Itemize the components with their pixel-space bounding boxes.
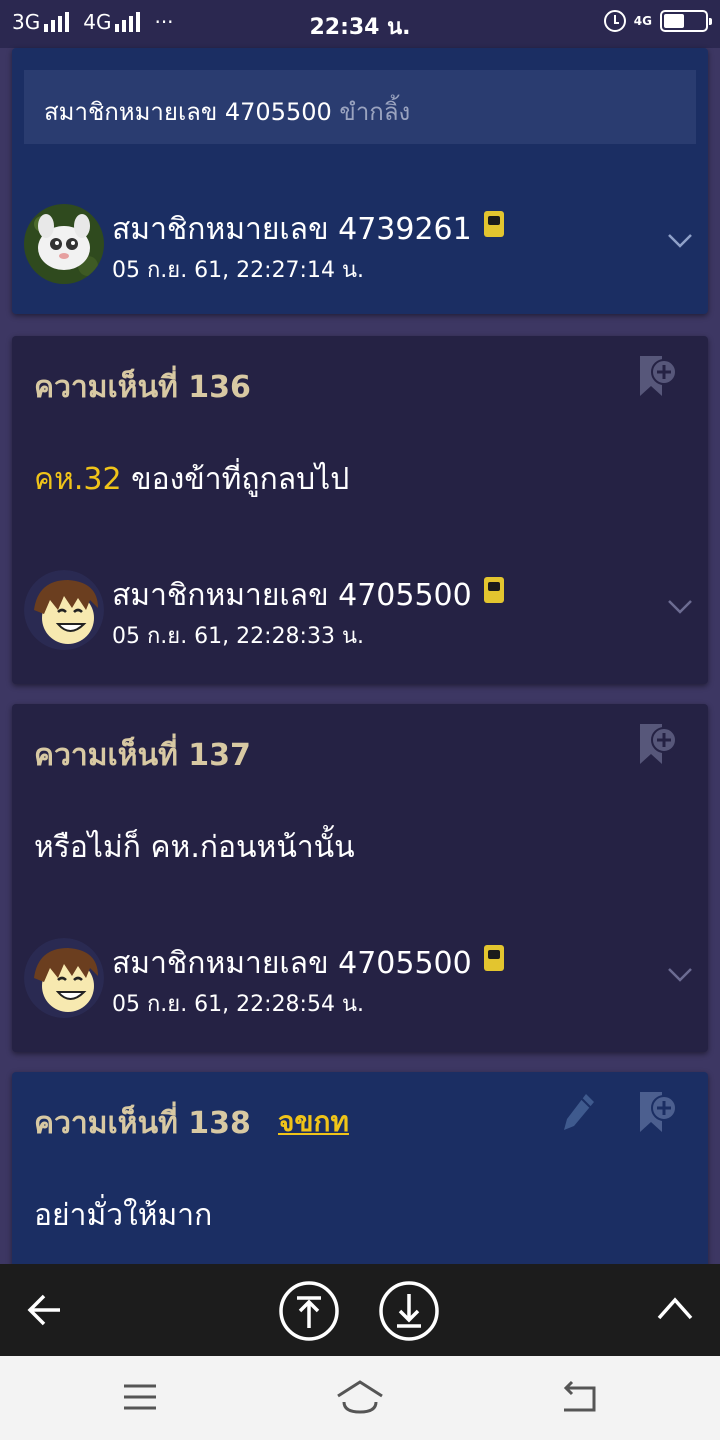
chevron-down-icon[interactable]	[666, 960, 694, 988]
comment-author: สมาชิกหมายเลข 4705500 05 ก.ย. 61, 22:28:…	[24, 938, 696, 1020]
comment-body: คห.32 ของข้าที่ถูกลบไป	[34, 456, 349, 503]
comment-body: หรือไม่ก็ คห.ก่อนหน้านั้น	[34, 824, 355, 871]
quoted-user-name: สมาชิกหมายเลข 4705500	[44, 98, 332, 126]
author-name: สมาชิกหมายเลข 4739261	[112, 212, 472, 247]
comment-text: หรือไม่ก็ คห.ก่อนหน้านั้น	[34, 830, 355, 865]
comment-text: ของข้าที่ถูกลบไป	[121, 462, 350, 497]
author-name-row[interactable]: สมาชิกหมายเลข 4705500	[112, 572, 504, 619]
bookmark-add-icon[interactable]	[638, 722, 678, 766]
mobile-badge-icon	[483, 576, 504, 603]
system-navigation-bar	[0, 1356, 720, 1440]
comment-body: อย่ามั่วให้มาก	[34, 1192, 212, 1239]
home-icon[interactable]	[336, 1378, 384, 1416]
post-date: 05 ก.ย. 61, 22:28:54 น.	[112, 992, 364, 1017]
bookmark-add-icon[interactable]	[638, 1090, 678, 1134]
chevron-down-icon[interactable]	[666, 592, 694, 620]
back-icon[interactable]	[558, 1380, 598, 1414]
data-network-label: 4G	[633, 14, 652, 28]
mobile-badge-icon	[483, 944, 504, 971]
status-right: 4G	[603, 10, 712, 32]
avatar[interactable]	[24, 204, 104, 284]
avatar[interactable]	[24, 570, 104, 650]
post-date: 05 ก.ย. 61, 22:28:33 น.	[112, 624, 364, 649]
post-date: 05 ก.ย. 61, 22:27:14 น.	[112, 258, 364, 283]
comment-author: สมาชิกหมายเลข 4705500 05 ก.ย. 61, 22:28:…	[24, 570, 696, 652]
mobile-badge-icon	[483, 210, 504, 237]
menu-icon[interactable]	[122, 1382, 158, 1412]
battery-icon	[660, 10, 712, 32]
status-bar: 3G 4G ··· 22:34 น. 4G	[0, 0, 720, 48]
author-name-row[interactable]: สมาชิกหมายเลข 4739261	[112, 206, 504, 253]
author-name-row[interactable]: สมาชิกหมายเลข 4705500	[112, 940, 504, 987]
quoted-reply[interactable]: สมาชิกหมายเลข 4705500 ขำกลิ้ง	[24, 70, 696, 144]
scroll-to-bottom-icon[interactable]	[378, 1280, 440, 1342]
alarm-icon	[603, 10, 626, 32]
comment-card-owner: ความเห็นที่ 138 จขกท อย่ามั่วให้มาก	[12, 1072, 708, 1272]
scroll-to-top-icon[interactable]	[278, 1280, 340, 1342]
chevron-up-icon[interactable]	[656, 1294, 694, 1322]
comment-number: ความเห็นที่ 138	[34, 1106, 251, 1141]
comment-author: สมาชิกหมายเลข 4739261 05 ก.ย. 61, 22:27:…	[24, 204, 696, 286]
arrow-left-icon[interactable]	[26, 1292, 64, 1328]
comment-reference-link[interactable]: คห.32	[34, 462, 122, 497]
quoted-text: ขำกลิ้ง	[339, 98, 411, 126]
bookmark-add-icon[interactable]	[638, 354, 678, 398]
comment-card: ความเห็นที่ 137 หรือไม่ก็ คห.ก่อนหน้านั้…	[12, 704, 708, 1052]
author-name: สมาชิกหมายเลข 4705500	[112, 946, 472, 981]
comment-card-previous: สมาชิกหมายเลข 4705500 ขำกลิ้ง สมาชิกหมาย…	[12, 48, 708, 314]
topic-owner-tag[interactable]: จขกท	[278, 1100, 349, 1144]
comment-text: อย่ามั่วให้มาก	[34, 1198, 213, 1233]
chevron-down-icon[interactable]	[666, 226, 694, 254]
edit-pencil-icon[interactable]	[562, 1090, 596, 1134]
bottom-toolbar	[0, 1264, 720, 1356]
comment-number: ความเห็นที่ 137	[34, 738, 251, 773]
comment-card: ความเห็นที่ 136 คห.32 ของข้าที่ถูกลบไป ส…	[12, 336, 708, 684]
comment-number: ความเห็นที่ 136	[34, 370, 251, 405]
avatar[interactable]	[24, 938, 104, 1018]
author-name: สมาชิกหมายเลข 4705500	[112, 578, 472, 613]
